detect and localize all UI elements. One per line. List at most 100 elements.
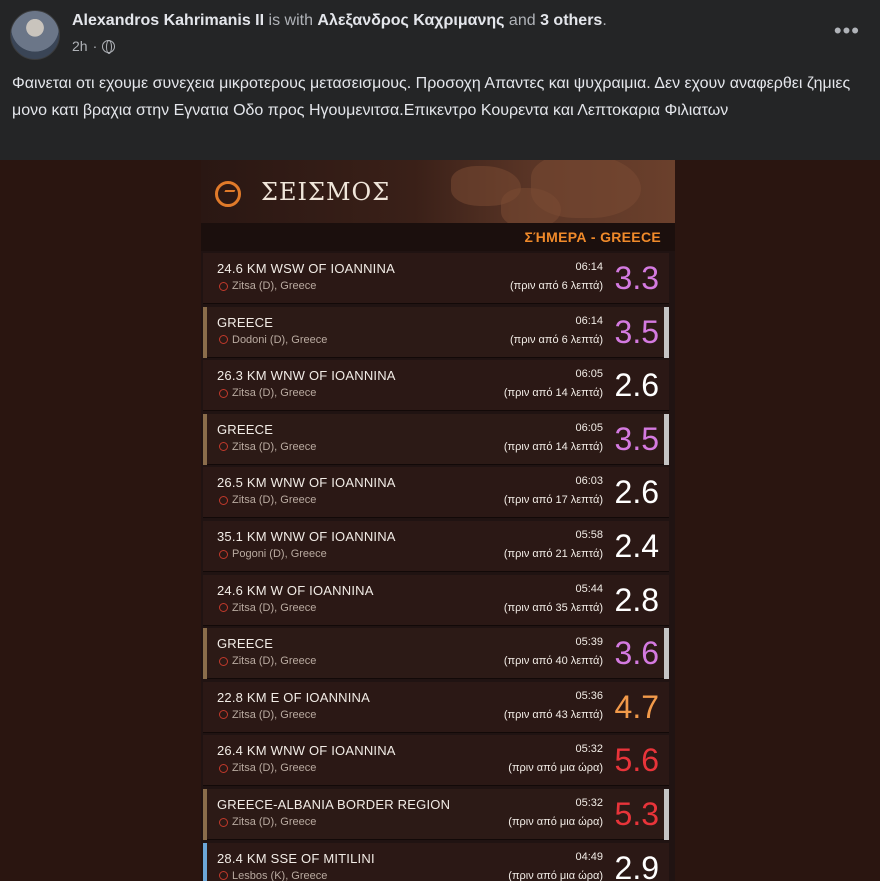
app-screenshot: ΣΕΙΣΜΟΣ ΣΉΜΕΡΑ - GREECE 24.6 KM WSW OF I… — [201, 160, 675, 881]
quake-time: 05:44 — [575, 582, 603, 595]
quake-row[interactable]: GREECE Zitsa (D), Greece 06:05 (πριν από 14… — [203, 413, 669, 465]
location-pin-icon — [219, 442, 228, 452]
quake-ago: (πριν από 35 λεπτά) — [503, 601, 603, 614]
period: . — [602, 12, 607, 29]
quake-row[interactable]: 24.6 KM W OF IOANNINA Zitsa (D), Greece 05… — [203, 574, 669, 626]
quake-area: Zitsa (D), Greece — [232, 601, 317, 614]
quake-row[interactable]: GREECE Dodoni (D), Greece 06:14 (πριν από 6… — [203, 306, 669, 358]
quake-time: 05:36 — [575, 689, 603, 702]
quake-magnitude: 5.6 — [614, 742, 659, 779]
tagged-name[interactable]: Αλεξανδρος Καχριμανης — [317, 12, 504, 29]
quake-area: Zitsa (D), Greece — [232, 440, 317, 453]
section-bar: ΣΉΜΕΡΑ - GREECE — [201, 223, 675, 251]
quake-area: Zitsa (D), Greece — [232, 816, 317, 828]
quake-place: 35.1 KM WNW OF IOANNINA — [217, 529, 396, 544]
quake-place: 26.4 KM WNW OF IOANNINA — [217, 743, 396, 759]
globe-icon — [102, 39, 116, 54]
quake-row[interactable]: 35.1 KM WNW OF IOANNINA Pogoni (D), Greec… — [203, 521, 669, 572]
quake-area: Zitsa (D), Greece — [232, 387, 317, 400]
quake-area: Lesbos (K), Greece — [232, 869, 328, 881]
location-pin-icon — [219, 871, 228, 881]
quake-place: 22.8 KM E OF IOANNINA — [217, 689, 371, 705]
quake-place: GREECE-ALBANIA BORDER REGION — [217, 797, 451, 812]
quake-time: 06:05 — [575, 368, 603, 381]
quake-area-line: Zitsa (D), Greece — [219, 709, 316, 721]
location-pin-icon — [219, 549, 228, 559]
quake-place: 28.4 KM SSE OF MITILINI — [217, 850, 375, 866]
quake-place: 26.5 KM WNW OF IOANNINA — [217, 475, 396, 491]
location-pin-icon — [219, 281, 228, 291]
quake-row[interactable]: 26.4 KM WNW OF IOANNINA Zitsa (D), Greece… — [203, 735, 669, 787]
quake-ago: (πριν από 14 λεπτά) — [503, 440, 603, 453]
quake-ago: (πριν από 14 λεπτά) — [503, 387, 603, 400]
more-options-icon[interactable]: ••• — [834, 18, 860, 44]
quake-time: 06:03 — [575, 475, 603, 488]
quake-row[interactable]: 26.5 KM WNW OF IOANNINA Zitsa (D), Greece… — [203, 467, 669, 519]
and-text: and — [508, 12, 536, 29]
quake-magnitude: 4.7 — [614, 688, 659, 725]
quake-area-line: Zitsa (D), Greece — [219, 655, 316, 667]
post-image[interactable]: ΣΕΙΣΜΟΣ ΣΉΜΕΡΑ - GREECE 24.6 KM WSW OF I… — [0, 160, 880, 881]
quake-area-line: Zitsa (D), Greece — [219, 494, 316, 506]
quake-area: Dodoni (D), Greece — [232, 333, 328, 346]
location-pin-icon — [219, 656, 228, 666]
quake-magnitude: 3.5 — [614, 420, 659, 457]
quake-time: 06:14 — [575, 261, 603, 273]
quake-place: 24.6 KM W OF IOANNINA — [217, 582, 374, 598]
quake-ago: (πριν από 21 λεπτά) — [503, 548, 603, 560]
quake-area: Zitsa (D), Greece — [232, 280, 317, 292]
quake-row[interactable]: 26.3 KM WNW OF IOANNINA Zitsa (D), Greece… — [203, 360, 669, 412]
quake-row[interactable]: 24.6 KM WSW OF IOANNINA Zitsa (D), Greece… — [203, 253, 669, 304]
post-time[interactable]: 2h — [72, 38, 88, 54]
quake-area-line: Zitsa (D), Greece — [219, 280, 316, 292]
quake-time: 04:49 — [575, 850, 603, 863]
quake-place: 26.3 KM WNW OF IOANNINA — [217, 368, 396, 384]
quake-row[interactable]: 22.8 KM E OF IOANNINA Zitsa (D), Greece 05… — [203, 681, 669, 733]
quake-area: Zitsa (D), Greece — [232, 494, 317, 507]
location-pin-icon — [219, 603, 228, 613]
quake-area-line: Dodoni (D), Greece — [219, 334, 327, 346]
quake-ago: (πριν από 6 λεπτά) — [509, 280, 603, 292]
quake-ago: (πριν από 40 λεπτά) — [503, 655, 603, 668]
quake-magnitude: 3.6 — [614, 635, 659, 672]
others-link[interactable]: 3 others — [540, 12, 602, 29]
app-title: ΣΕΙΣΜΟΣ — [261, 178, 391, 206]
quake-magnitude: 2.6 — [614, 474, 659, 511]
quake-row[interactable]: GREECE-ALBANIA BORDER REGION Zitsa (D), G… — [203, 789, 669, 840]
quake-magnitude: 2.4 — [614, 528, 659, 564]
row-right-marker — [664, 306, 669, 358]
row-right-marker — [664, 413, 669, 465]
author-name[interactable]: Alexandros Kahrimanis II — [72, 12, 264, 29]
quake-area-line: Zitsa (D), Greece — [219, 387, 316, 399]
quake-area-line: Lesbos (K), Greece — [219, 870, 327, 881]
post-text: Φαινεται οτι εχουμε συνεχεια μικροτερους… — [12, 75, 851, 119]
quake-time: 05:32 — [575, 743, 603, 756]
quake-place: GREECE — [217, 421, 274, 437]
quake-row[interactable]: 28.4 KM SSE OF MITILINI Lesbos (K), Greec… — [203, 842, 669, 881]
quake-area-line: Zitsa (D), Greece — [219, 816, 316, 828]
seismograph-icon — [215, 181, 241, 207]
quake-place: 24.6 KM WSW OF IOANNINA — [217, 261, 395, 276]
quake-time: 05:32 — [575, 797, 603, 809]
quake-ago: (πριν από μια ώρα) — [508, 816, 603, 828]
author-line: Alexandros Kahrimanis II is with Αλεξανδ… — [72, 12, 607, 30]
quake-area: Pogoni (D), Greece — [232, 548, 327, 560]
quake-time: 06:14 — [575, 314, 603, 327]
quake-area-line: Pogoni (D), Greece — [219, 548, 327, 560]
post-meta: 2h · — [72, 38, 116, 54]
quake-magnitude: 5.3 — [614, 796, 659, 832]
avatar[interactable] — [10, 10, 60, 60]
quake-ago: (πριν από μια ώρα) — [508, 869, 603, 881]
quake-area: Zitsa (D), Greece — [232, 655, 317, 668]
row-left-marker — [203, 628, 207, 680]
quake-place: GREECE — [217, 636, 274, 652]
quake-area: Zitsa (D), Greece — [232, 708, 317, 721]
quake-ago: (πριν από 17 λεπτά) — [503, 494, 603, 507]
quake-magnitude: 2.9 — [614, 849, 659, 881]
quake-time: 05:39 — [575, 636, 603, 649]
post-header: Alexandros Kahrimanis II is with Αλεξανδ… — [0, 0, 880, 160]
quake-time: 06:05 — [575, 421, 603, 434]
section-label: ΣΉΜΕΡΑ - GREECE — [524, 229, 661, 245]
quake-row[interactable]: GREECE Zitsa (D), Greece 05:39 (πριν από 40… — [203, 628, 669, 680]
quake-place: GREECE — [217, 314, 274, 330]
